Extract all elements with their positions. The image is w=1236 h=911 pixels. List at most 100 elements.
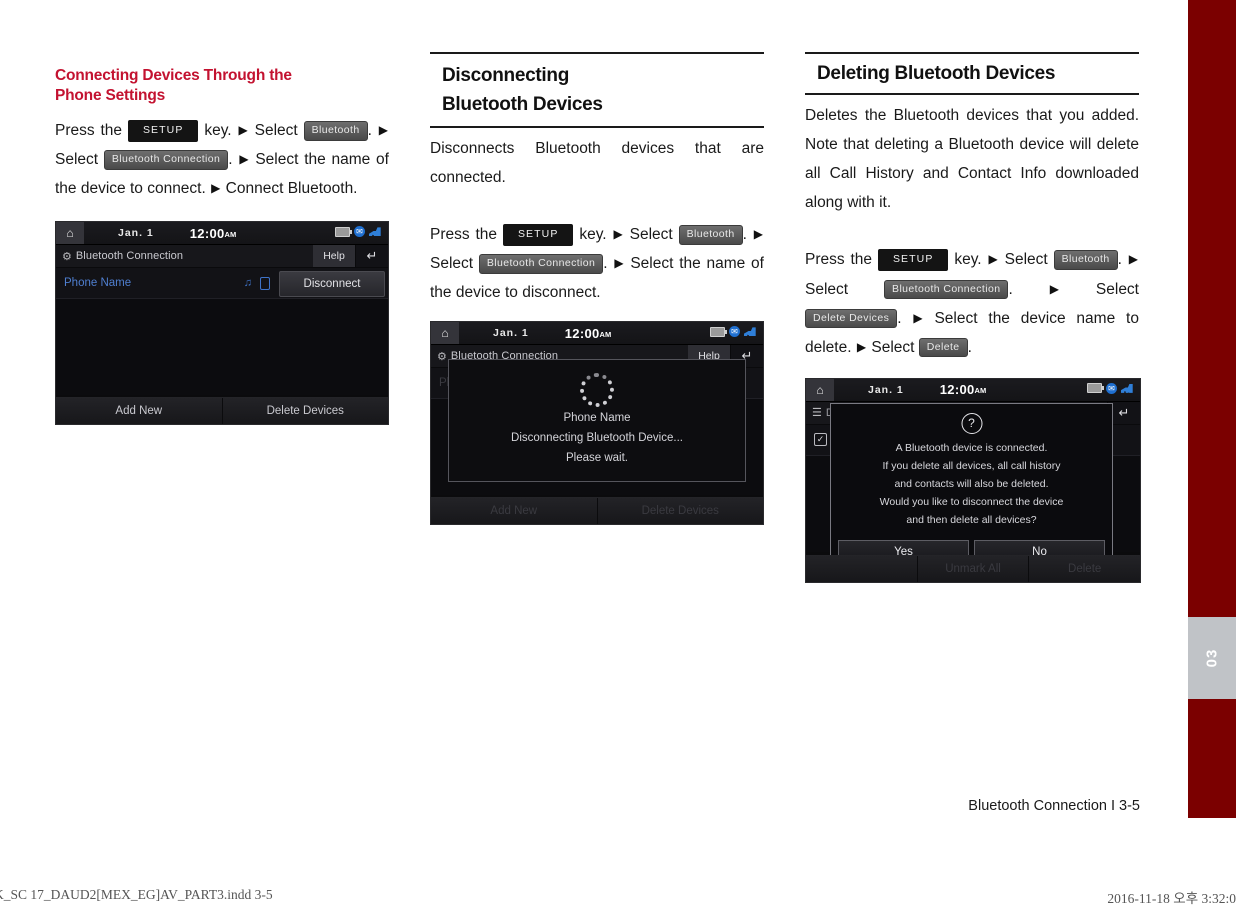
column-3: Deleting Bluetooth Devices Deletes the B… — [805, 52, 1141, 583]
back-icon[interactable]: ↵ — [355, 245, 388, 268]
col2-step-t1: Press the — [430, 226, 503, 243]
print-info-bar: K_SC 17_DAUD2[MEX_EG]AV_PART3.indd 3-5 2… — [0, 879, 1236, 911]
add-new-button[interactable]: Add New — [56, 398, 222, 425]
dialog-line-5: and then delete all devices? — [906, 513, 1037, 526]
col2-step-t6: . — [603, 255, 614, 273]
chip-bluetooth[interactable]: Bluetooth — [1053, 250, 1118, 270]
checkbox-icon[interactable]: ✓ — [814, 433, 827, 447]
confirm-dialog: ? A Bluetooth device is connected. If yo… — [830, 402, 1113, 572]
title-bar: ⚙ Bluetooth Connection Help ↵ — [56, 245, 388, 269]
status-icons: ✉ — [710, 326, 757, 338]
manual-page: 03 Connecting Devices Through the Phone … — [0, 0, 1236, 879]
delete-button[interactable]: Delete — [1028, 555, 1140, 582]
arrow-icon: ▶ — [913, 310, 923, 325]
col3-heading: Deleting Bluetooth Devices — [805, 52, 1139, 95]
chip-bluetooth-connection[interactable]: Bluetooth Connection — [478, 254, 604, 274]
col1-heading: Connecting Devices Through the Phone Set… — [55, 64, 389, 108]
loading-spinner-icon — [580, 373, 614, 408]
home-icon[interactable]: ⌂ — [806, 378, 834, 401]
column-2: Disconnecting Bluetooth Devices Disconne… — [430, 52, 764, 526]
status-ampm: AM — [974, 386, 987, 396]
disconnect-button[interactable]: Disconnect — [279, 271, 385, 298]
dialog-line-2: If you delete all devices, all call hist… — [882, 459, 1061, 472]
col2-heading: Disconnecting Bluetooth Devices — [430, 52, 764, 128]
col3-steps: Press the SETUP key. ▶ Select Bluetooth.… — [805, 245, 1139, 362]
arrow-icon: ▶ — [856, 339, 867, 354]
status-date: Jan. 1 — [493, 327, 529, 340]
col1-step-t3: Select — [248, 122, 304, 140]
col2-step-t4: . — [742, 226, 753, 243]
status-bar: ⌂ Jan. 1 12:00AM ✉ — [431, 322, 763, 346]
status-icons: ✉ — [335, 226, 382, 238]
status-ampm: AM — [599, 329, 612, 339]
bluetooth-icon: ✉ — [354, 226, 365, 238]
col1-step-t5: Select — [55, 151, 104, 169]
signal-icon — [1121, 383, 1133, 393]
list-check-icon: ☰ — [812, 407, 822, 420]
col3-step-t11: . — [967, 338, 972, 356]
chapter-tab-label: 03 — [1203, 648, 1221, 668]
bottom-spacer — [806, 555, 917, 582]
col3-step-t2: key. — [948, 251, 988, 269]
col3-step-t8: . — [897, 309, 913, 327]
progress-dialog: Phone Name Disconnecting Bluetooth Devic… — [448, 359, 746, 483]
gear-icon: ⚙ — [437, 350, 447, 363]
signal-icon — [744, 327, 756, 337]
status-ampm: AM — [224, 229, 237, 239]
col3-intro: Deletes the Bluetooth devices that you a… — [805, 106, 1139, 212]
col2-step-t2: key. — [573, 226, 613, 243]
status-time: 12:00AM — [564, 325, 612, 341]
screenshot-disconnecting-progress: ⌂ Jan. 1 12:00AM ✉ ⚙ Bluetooth Connectio… — [430, 321, 764, 526]
add-new-button[interactable]: Add New — [431, 498, 597, 525]
home-icon[interactable]: ⌂ — [56, 222, 84, 245]
chip-bluetooth-connection[interactable]: Bluetooth Connection — [884, 279, 1009, 299]
bottom-toolbar: Add New Delete Devices — [56, 397, 388, 425]
battery-icon — [335, 226, 352, 237]
col2-heading-line1: Disconnecting — [442, 65, 570, 86]
bottom-toolbar: Add New Delete Devices — [431, 497, 763, 525]
arrow-icon: ▶ — [614, 256, 624, 271]
dialog-line-1: A Bluetooth device is connected. — [895, 441, 1048, 454]
chip-setup[interactable]: SETUP — [127, 120, 199, 142]
status-icons: ✉ — [1087, 382, 1134, 394]
col3-step-t5: Select — [805, 280, 885, 298]
col3-heading-line1: Deleting Bluetooth Devices — [817, 63, 1056, 84]
home-icon[interactable]: ⌂ — [431, 322, 459, 345]
col1-steps: Press the SETUP key. ▶ Select Bluetooth.… — [55, 116, 389, 203]
chip-delete-devices[interactable]: Delete Devices — [805, 308, 898, 329]
device-row[interactable]: Phone Name ♫ Disconnect — [56, 268, 388, 300]
col2-step-t3: Select — [623, 226, 679, 243]
page-footer: Bluetooth Connection I 3-5 — [968, 798, 1140, 814]
chip-setup[interactable]: SETUP — [502, 224, 574, 246]
screenshot-bluetooth-connection-list: ⌂ Jan. 1 12:00AM ✉ ⚙ Bluetooth Connectio… — [55, 221, 389, 426]
col3-step-t6: . — [1008, 280, 1049, 298]
status-bar: ⌂ Jan. 1 12:00AM ✉ — [806, 378, 1140, 402]
device-profile-icons: ♫ — [244, 277, 270, 291]
arrow-icon: ▶ — [239, 152, 249, 167]
col3-step-t7: Select — [1059, 280, 1139, 298]
dialog-line-3: and contacts will also be deleted. — [894, 477, 1049, 490]
col1-step-t1: Press the — [55, 122, 128, 140]
chip-setup[interactable]: SETUP — [877, 249, 949, 271]
delete-devices-button[interactable]: Delete Devices — [221, 398, 388, 425]
phone-icon — [260, 277, 270, 291]
chip-bluetooth[interactable]: Bluetooth — [678, 225, 743, 245]
arrow-icon: ▶ — [753, 227, 763, 241]
chip-bluetooth-connection[interactable]: Bluetooth Connection — [103, 150, 229, 170]
col1-step-t4: . — [367, 122, 378, 140]
unmark-all-button[interactable]: Unmark All — [916, 555, 1029, 582]
col2-step-t5: Select — [430, 255, 479, 273]
print-timestamp: 2016-11-18 오후 3:32:0 — [1107, 891, 1236, 906]
delete-devices-button[interactable]: Delete Devices — [596, 498, 763, 525]
progress-wait-text: Please wait. — [565, 452, 628, 465]
chip-delete[interactable]: Delete — [918, 337, 968, 358]
col2-heading-line2: Bluetooth Devices — [442, 93, 603, 115]
arrow-icon: ▶ — [1049, 281, 1059, 296]
dialog-line-4: Would you like to disconnect the device — [879, 495, 1064, 508]
help-button[interactable]: Help — [313, 245, 355, 268]
chip-bluetooth[interactable]: Bluetooth — [303, 121, 368, 141]
column-1: Connecting Devices Through the Phone Set… — [55, 52, 389, 426]
col3-step-t10: Select — [867, 338, 919, 356]
screenshot-delete-confirm-dialog: ⌂ Jan. 1 12:00AM ✉ ☰ Delete Devices (1) … — [805, 377, 1141, 583]
progress-device-name: Phone Name — [563, 412, 631, 425]
